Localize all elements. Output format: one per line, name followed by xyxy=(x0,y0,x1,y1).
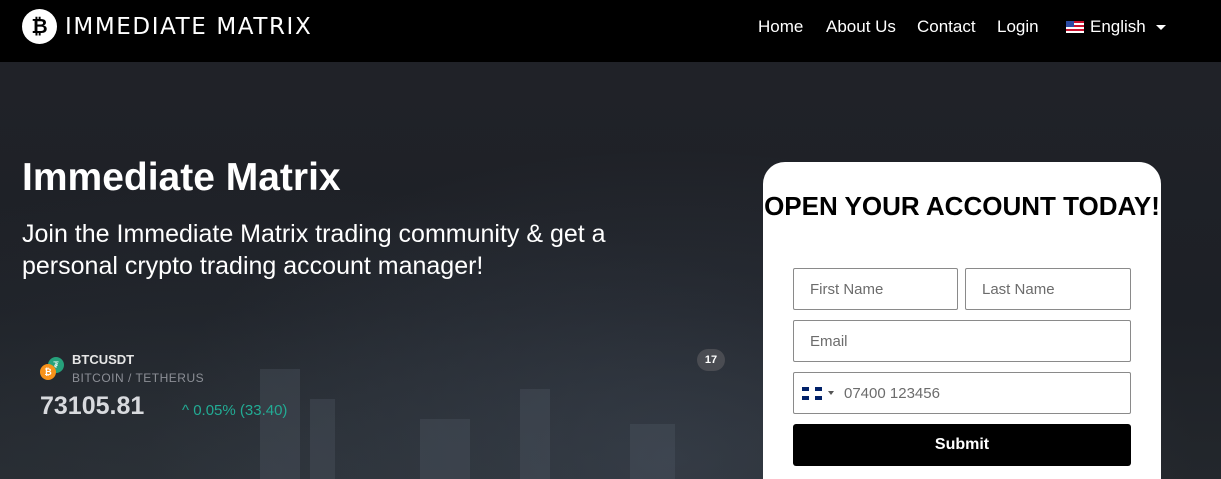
city-silhouette xyxy=(520,389,550,479)
ticker-coin-icons: ₮ ₿ xyxy=(40,357,66,381)
nav-contact-link[interactable]: Contact xyxy=(917,17,976,37)
phone-field xyxy=(793,372,1131,414)
form-title: OPEN YOUR ACCOUNT TODAY! xyxy=(764,191,1160,221)
ticker-change: ^ 0.05% (33.40) xyxy=(182,402,288,419)
email-input[interactable] xyxy=(794,321,1130,361)
logo-text: IMMEDIATE MATRIX xyxy=(65,13,313,40)
city-silhouette xyxy=(310,399,335,479)
ticker-price: 73105.81 xyxy=(40,392,145,420)
city-silhouette xyxy=(630,424,675,479)
ticker-pair-name: BITCOIN / TETHERUS xyxy=(72,371,205,385)
email-field xyxy=(793,320,1131,362)
submit-button[interactable]: Submit xyxy=(793,424,1131,466)
city-silhouette xyxy=(260,369,300,479)
nav-home-link[interactable]: Home xyxy=(758,17,803,37)
hero-subtitle: Join the Immediate Matrix trading commun… xyxy=(22,220,606,280)
uk-flag-icon[interactable] xyxy=(802,386,822,400)
bitcoin-icon: ₿ xyxy=(40,364,56,380)
language-label: English xyxy=(1090,17,1146,36)
hero-title: Immediate Matrix xyxy=(22,156,341,199)
site-logo[interactable]: ₿ IMMEDIATE MATRIX xyxy=(22,9,312,44)
first-name-field xyxy=(793,268,958,310)
chevron-down-icon xyxy=(1155,24,1166,30)
phone-input[interactable] xyxy=(834,373,1130,413)
last-name-input[interactable] xyxy=(966,269,1130,309)
city-silhouette xyxy=(420,419,470,479)
tradingview-logo-icon[interactable]: 17 xyxy=(697,349,725,371)
bitcoin-logo-icon: ₿ xyxy=(22,9,57,44)
signup-form-card: OPEN YOUR ACCOUNT TODAY! Submit xyxy=(763,162,1161,479)
top-navbar: ₿ IMMEDIATE MATRIX Home About Us Contact… xyxy=(0,0,1221,62)
first-name-input[interactable] xyxy=(794,269,957,309)
language-selector[interactable]: English xyxy=(1066,17,1166,37)
ticker-symbol[interactable]: BTCUSDT xyxy=(72,352,134,367)
us-flag-icon xyxy=(1066,21,1084,33)
last-name-field xyxy=(965,268,1131,310)
nav-about-link[interactable]: About Us xyxy=(826,17,896,37)
nav-login-link[interactable]: Login xyxy=(997,17,1039,37)
